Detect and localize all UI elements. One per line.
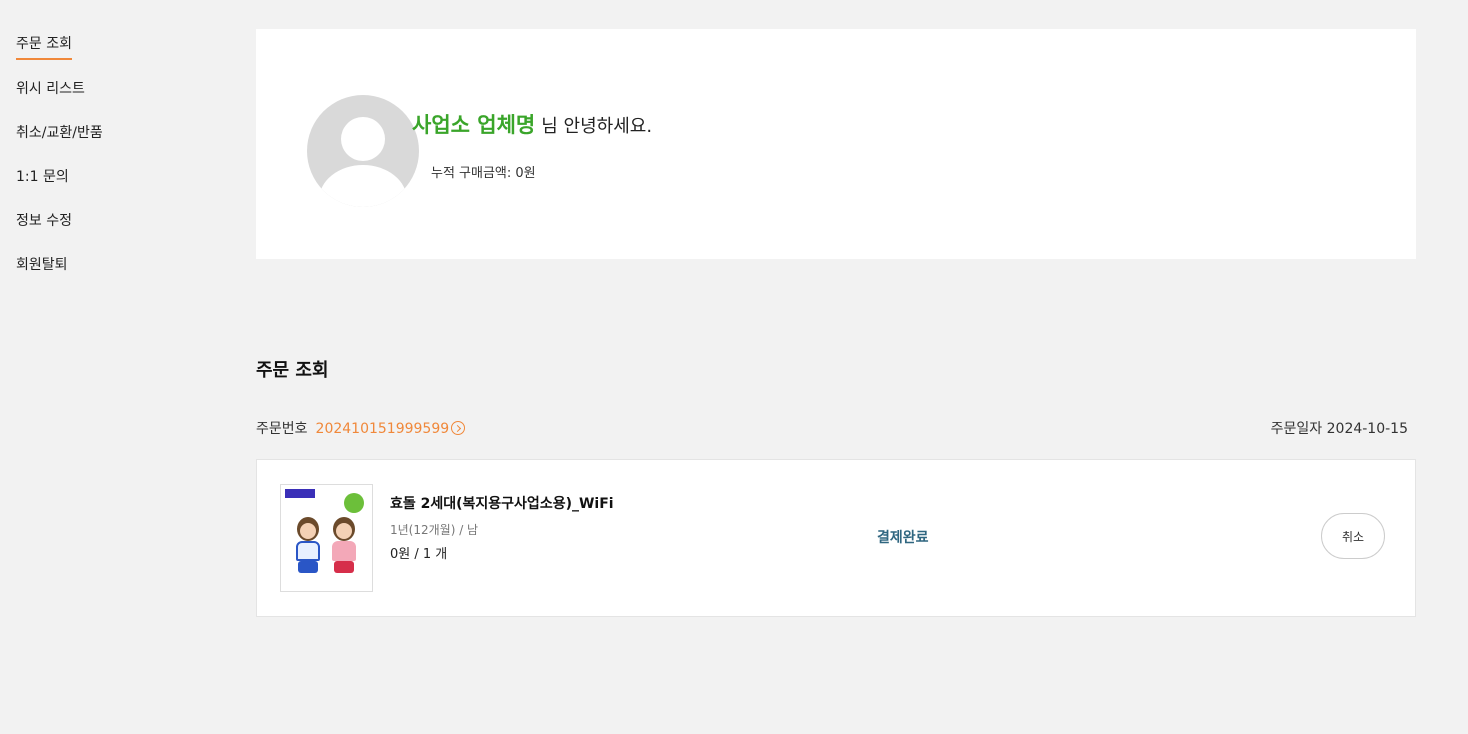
chevron-right-circle-icon[interactable] <box>451 421 466 435</box>
order-date-value: 2024-10-15 <box>1326 421 1408 437</box>
total-purchase: 누적 구매금액: 0원 <box>431 166 536 181</box>
avatar-body-icon <box>319 165 407 207</box>
sidebar: 주문 조회 위시 리스트 취소/교환/반품 1:1 문의 정보 수정 회원탈퇴 <box>16 33 196 298</box>
order-number-link[interactable]: 202410151999599 <box>316 421 450 437</box>
greeting: 사업소 업체명 님 안녕하세요. <box>412 109 652 139</box>
section-title: 주문 조회 <box>256 360 329 381</box>
order-header: 주문번호 202410151999599 주문일자 2024-10-15 <box>256 418 1416 438</box>
product-tag-icon <box>285 489 315 498</box>
avatar <box>307 95 419 207</box>
avatar-head-icon <box>341 117 385 161</box>
order-date: 주문일자 2024-10-15 <box>1271 418 1408 438</box>
sidebar-item-withdraw[interactable]: 회원탈퇴 <box>16 254 196 276</box>
product-price-qty: 0원 / 1 개 <box>390 547 448 562</box>
doll-girl-image <box>329 517 359 577</box>
order-item-card: 효돌 2세대(복지용구사업소용)_WiFi 1년(12개월) / 남 0원 / … <box>256 459 1416 617</box>
product-name[interactable]: 효돌 2세대(복지용구사업소용)_WiFi <box>390 493 614 513</box>
sidebar-item-order-lookup[interactable]: 주문 조회 <box>16 34 72 60</box>
product-badge-icon <box>344 493 364 513</box>
greeting-suffix: 님 안녕하세요. <box>541 116 653 137</box>
product-thumbnail[interactable] <box>280 484 373 592</box>
doll-boy-image <box>293 517 323 577</box>
product-option: 1년(12개월) / 남 <box>390 523 479 537</box>
user-name: 사업소 업체명 <box>412 113 536 137</box>
order-date-label: 주문일자 <box>1270 421 1323 437</box>
sidebar-item-wishlist[interactable]: 위시 리스트 <box>16 78 196 100</box>
sidebar-item-cancel-exchange-return[interactable]: 취소/교환/반품 <box>16 122 196 144</box>
sidebar-item-edit-info[interactable]: 정보 수정 <box>16 210 196 232</box>
cancel-button[interactable]: 취소 <box>1321 513 1385 559</box>
profile-card: 사업소 업체명 님 안녕하세요. 누적 구매금액: 0원 <box>256 29 1416 259</box>
order-status: 결제완료 <box>877 530 929 546</box>
order-number-label: 주문번호 <box>256 421 308 437</box>
sidebar-item-inquiry[interactable]: 1:1 문의 <box>16 166 196 188</box>
